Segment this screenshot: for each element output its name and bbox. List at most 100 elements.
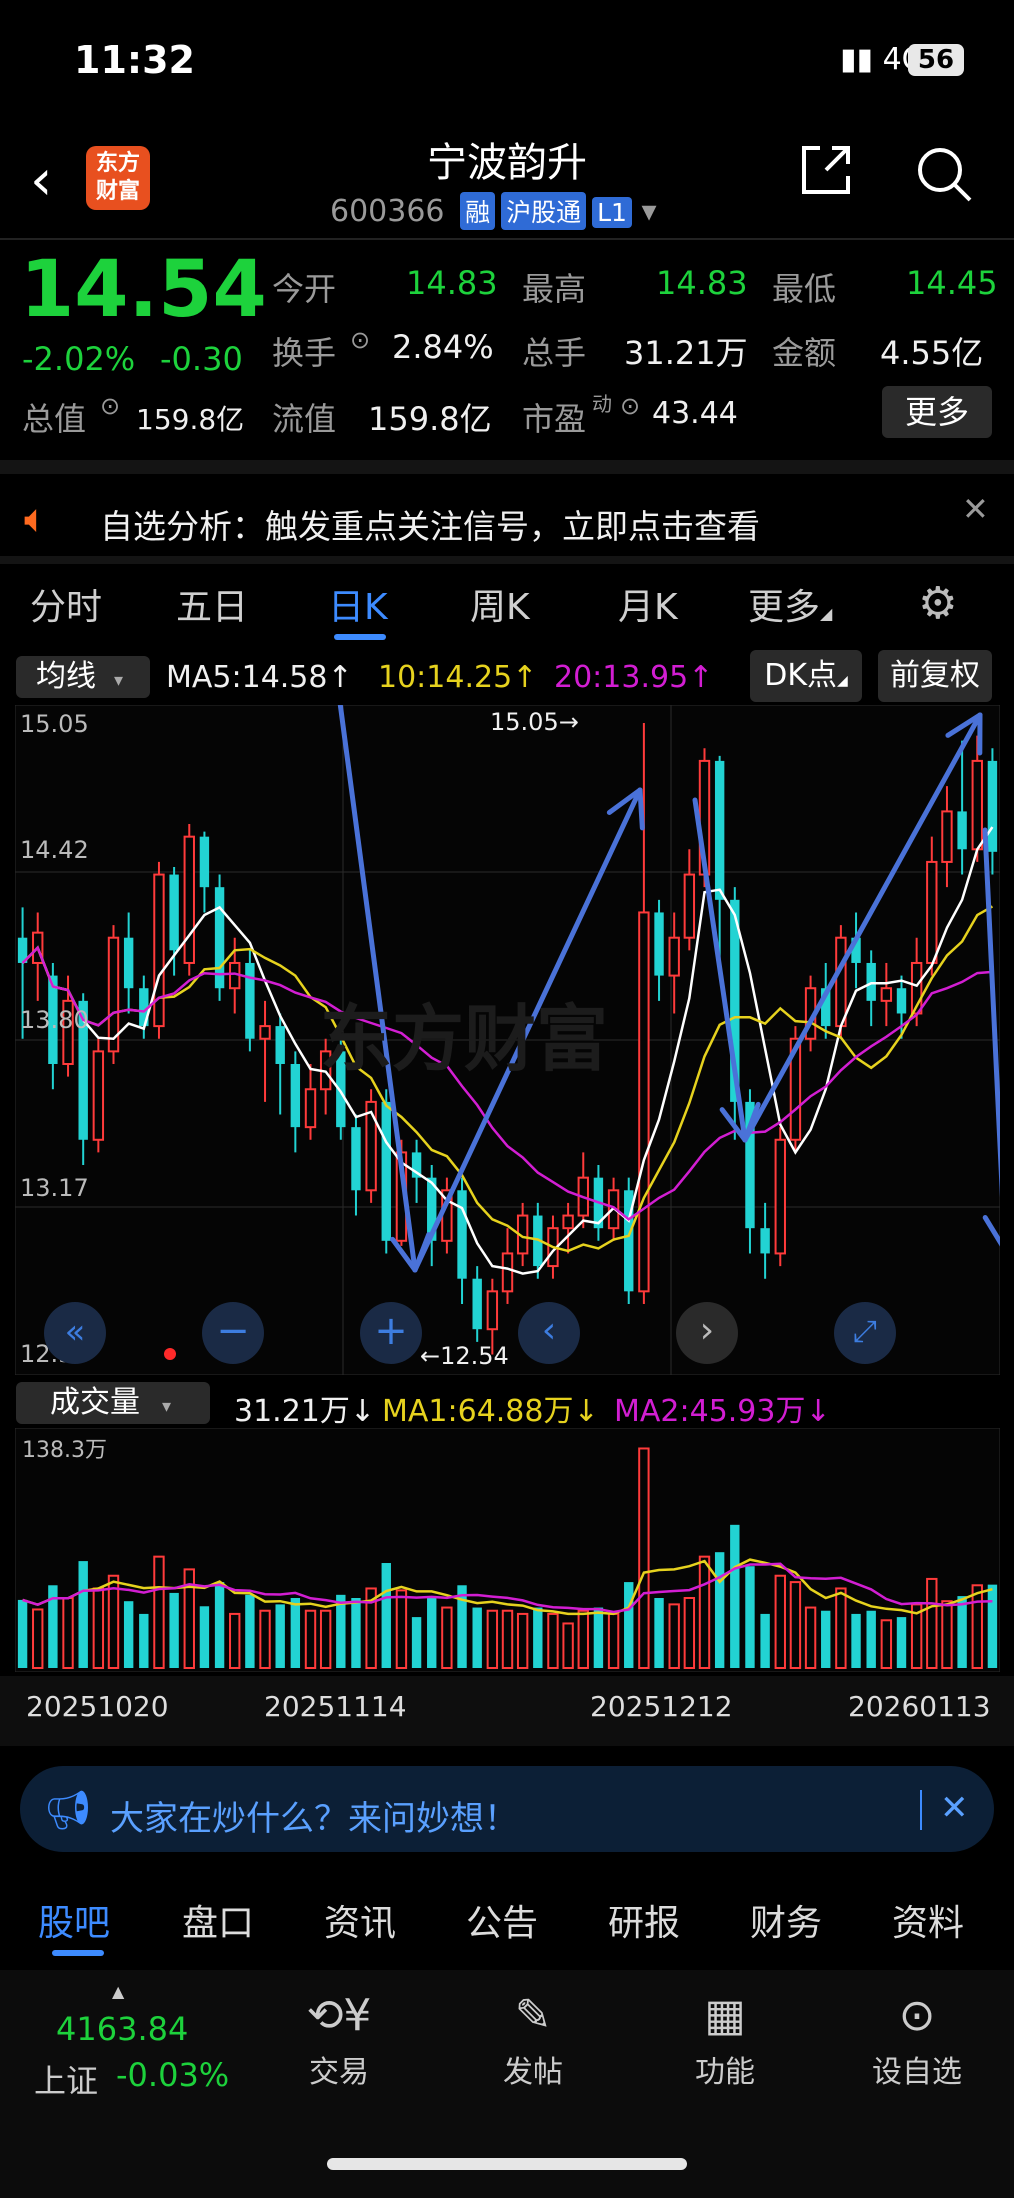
- ma20-legend: 20:13.95↑: [554, 660, 714, 695]
- tab-five-day[interactable]: 五日: [176, 578, 248, 630]
- info-icon[interactable]: ⊙: [100, 392, 120, 420]
- tag-level[interactable]: L1: [592, 197, 632, 228]
- rewind-icon[interactable]: «: [44, 1302, 106, 1364]
- date-tick: 20251020: [26, 1690, 169, 1723]
- candle-body: [638, 911, 650, 1293]
- zoom-out-icon[interactable]: −: [202, 1302, 264, 1364]
- volume-bar: [17, 1599, 28, 1668]
- post-button[interactable]: ✎ 发帖: [478, 1990, 588, 2091]
- info-icon[interactable]: ⊙: [620, 392, 640, 420]
- add-watchlist-button[interactable]: ⊙ 设自选: [862, 1990, 972, 2091]
- volume-value: 31.21万: [624, 334, 748, 372]
- adjust-button[interactable]: 前复权: [878, 650, 992, 702]
- megaphone-icon: 📢︎: [44, 1788, 93, 1832]
- divider: [0, 238, 1014, 240]
- tab-monthly-k[interactable]: 月K: [618, 578, 678, 630]
- ma5-legend: MA5:14.58↑: [166, 660, 353, 695]
- volume-bar: [683, 1597, 696, 1669]
- candle-body: [199, 836, 210, 888]
- tab-more[interactable]: 更多◢: [748, 578, 832, 630]
- volume-bar: [804, 1606, 817, 1669]
- candle-body: [835, 936, 847, 1028]
- candle-body: [472, 1278, 482, 1330]
- volume-bar: [501, 1609, 514, 1669]
- volume-max-label: 138.3万: [22, 1438, 107, 1463]
- next-icon[interactable]: ›: [676, 1302, 738, 1364]
- candle-body: [941, 810, 953, 863]
- dk-point-button[interactable]: DK点◢: [750, 650, 862, 702]
- volume-bar: [957, 1596, 967, 1668]
- tab-daily-k[interactable]: 日K: [328, 578, 388, 630]
- index-value[interactable]: 4163.84: [56, 2010, 188, 2048]
- volume-bar: [411, 1617, 422, 1668]
- tab-finance[interactable]: 财务: [750, 1894, 822, 1946]
- zoom-in-icon[interactable]: +: [360, 1302, 422, 1364]
- more-circle-icon: ⊙: [898, 1990, 936, 2041]
- dk-point-label: DK点: [764, 658, 837, 693]
- tab-research[interactable]: 研报: [608, 1894, 680, 1946]
- volume-bar: [92, 1587, 105, 1670]
- info-icon[interactable]: ⊙: [350, 326, 370, 354]
- low-marker: ←12.54: [420, 1342, 509, 1370]
- volume-bar: [880, 1619, 893, 1670]
- candle-body: [654, 912, 664, 976]
- volume-bar: [698, 1555, 711, 1670]
- volume-bar: [427, 1598, 437, 1668]
- volume-selector-label: 成交量: [50, 1385, 140, 1420]
- volume-bar: [926, 1577, 938, 1669]
- open-value: 14.83: [406, 264, 498, 302]
- live-dot: [164, 1348, 176, 1360]
- high-value: 14.83: [656, 264, 748, 302]
- volume-bar: [139, 1613, 149, 1668]
- volume-bar: [381, 1563, 391, 1668]
- volume-bar: [971, 1584, 983, 1669]
- candle-body: [866, 962, 876, 1001]
- candle-body: [275, 1026, 285, 1064]
- volume-bar: [169, 1592, 179, 1668]
- mktcap-label: 总值: [22, 400, 87, 438]
- tab-intraday[interactable]: 分时: [30, 578, 102, 630]
- share-icon[interactable]: [796, 140, 856, 213]
- pe-label: 市盈: [522, 400, 587, 438]
- candle-body: [714, 760, 725, 900]
- notice-text[interactable]: 自选分析：触发重点关注信号，立即点击查看: [100, 500, 760, 548]
- volume-bar: [624, 1582, 634, 1668]
- stock-code-line: 600366 融沪股通 L1 ▾: [330, 192, 657, 230]
- tag-connect[interactable]: 沪股通: [501, 192, 587, 230]
- home-indicator: [327, 2158, 687, 2170]
- close-icon[interactable]: ✕: [940, 1788, 969, 1828]
- function-button[interactable]: ▦ 功能: [670, 1990, 780, 2091]
- tab-announcements[interactable]: 公告: [466, 1894, 538, 1946]
- index-name[interactable]: 上证: [34, 2056, 98, 2102]
- volume-bar: [789, 1581, 802, 1669]
- trade-button[interactable]: ⟲¥ 交易: [284, 1990, 394, 2091]
- volume-bar: [229, 1612, 241, 1669]
- volume-bar: [941, 1600, 953, 1669]
- turnover-label: 换手: [272, 334, 337, 372]
- close-icon[interactable]: ✕: [962, 490, 989, 528]
- dropdown-icon[interactable]: ▾: [642, 194, 657, 229]
- volume-bar: [351, 1598, 361, 1668]
- more-button[interactable]: 更多: [882, 386, 992, 438]
- volume-bar: [896, 1617, 907, 1668]
- ma10-legend: 10:14.25↑: [378, 660, 538, 695]
- volume-bar: [547, 1612, 559, 1669]
- high-label: 最高: [522, 270, 587, 308]
- volume-chart[interactable]: [15, 1428, 1000, 1672]
- search-icon[interactable]: [914, 144, 974, 217]
- tab-orderbook[interactable]: 盘口: [182, 1894, 254, 1946]
- prev-icon[interactable]: ‹: [518, 1302, 580, 1364]
- tab-guba[interactable]: 股吧: [38, 1894, 110, 1946]
- ma-selector[interactable]: 均线 ▾: [16, 656, 150, 698]
- volume-legend: 31.21万↓: [234, 1394, 376, 1429]
- fullscreen-icon[interactable]: ⤢: [834, 1302, 896, 1364]
- tab-profile[interactable]: 资料: [892, 1894, 964, 1946]
- tag-margin[interactable]: 融: [460, 192, 496, 230]
- volume-selector[interactable]: 成交量 ▾: [16, 1382, 210, 1424]
- banner-text[interactable]: 大家在炒什么？来问妙想！: [110, 1791, 518, 1840]
- settings-icon[interactable]: ⚙: [918, 578, 957, 629]
- watermark: 东方财富: [320, 997, 609, 1081]
- tab-weekly-k[interactable]: 周K: [470, 578, 530, 630]
- tab-news[interactable]: 资讯: [324, 1894, 396, 1946]
- ma-selector-label: 均线: [36, 659, 96, 694]
